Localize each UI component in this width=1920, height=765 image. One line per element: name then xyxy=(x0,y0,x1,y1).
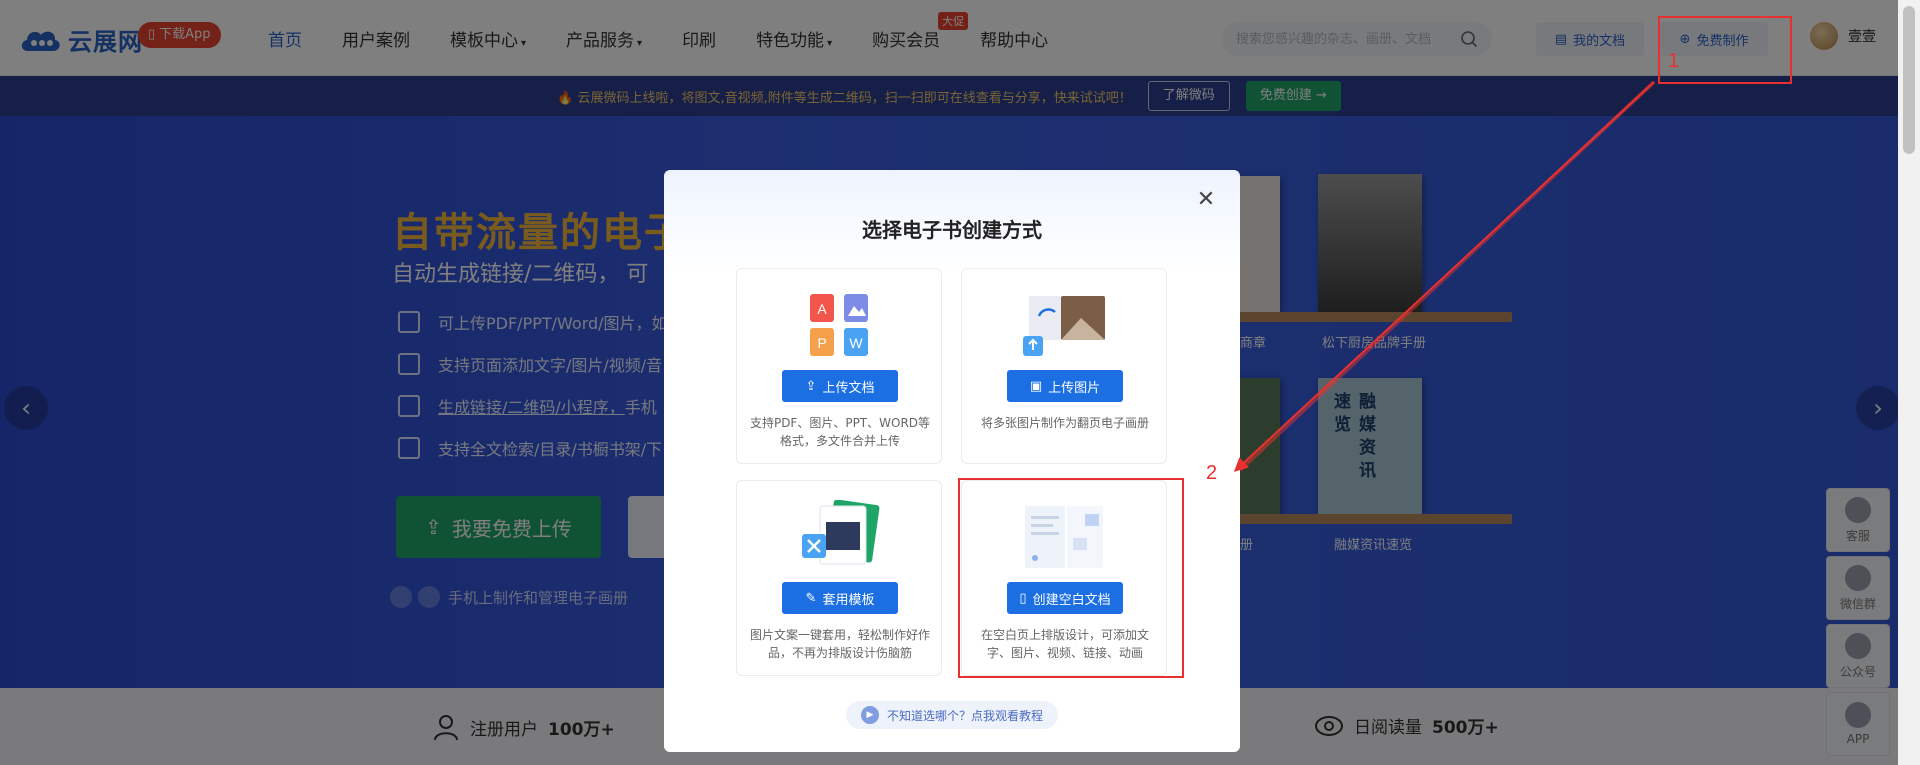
option-description: 将多张图片制作为翻页电子画册 xyxy=(980,416,1149,430)
annotation-number: 1 xyxy=(1668,50,1680,72)
upload-document-label: 上传文档 xyxy=(822,380,875,396)
edit-icon: ✎ xyxy=(805,590,817,606)
image-icon: ▣ xyxy=(1029,378,1043,394)
image-stack-icon xyxy=(1023,296,1105,356)
upload-document-button[interactable]: ⇪ 上传文档 xyxy=(782,370,898,402)
use-template-button[interactable]: ✎ 套用模板 xyxy=(782,582,898,614)
annotation-number: 2 xyxy=(1206,462,1218,484)
template-illustration xyxy=(737,497,941,577)
option-description: 支持PDF、图片、PPT、WORD等格式，多文件合并上传 xyxy=(749,416,931,448)
upload-images-button[interactable]: ▣ 上传图片 xyxy=(1007,370,1123,402)
close-icon[interactable]: ✕ xyxy=(1194,188,1218,212)
file-types-icon: A P W xyxy=(810,294,868,356)
svg-text:W: W xyxy=(849,335,863,351)
annotation-box-step2 xyxy=(958,478,1184,678)
option-upload-images[interactable]: ▣ 上传图片 将多张图片制作为翻页电子画册 xyxy=(961,268,1167,464)
modal-title: 选择电子书创建方式 xyxy=(862,218,1042,242)
option-use-template[interactable]: ✎ 套用模板 图片文案一键套用，轻松制作好作品，不再为排版设计伤脑筋 xyxy=(736,480,942,676)
play-icon: ▶ xyxy=(860,706,879,724)
upload-images-label: 上传图片 xyxy=(1048,380,1101,396)
svg-text:A: A xyxy=(817,301,827,317)
scrollbar-thumb[interactable] xyxy=(1903,6,1915,154)
tutorial-text: 不知道选哪个？点我观看教程 xyxy=(886,708,1043,723)
option-upload-document[interactable]: A P W ⇪ 上传文档 支持PDF、图片、PPT、WORD等格式，多文件合并上传 xyxy=(736,268,942,464)
images-illustration xyxy=(962,285,1166,365)
file-types-illustration: A P W xyxy=(737,285,941,365)
svg-text:P: P xyxy=(817,335,826,351)
template-stack-icon xyxy=(802,500,880,565)
page-scrollbar[interactable] xyxy=(1898,0,1920,765)
upload-icon: ⇪ xyxy=(805,378,817,394)
watch-tutorial-link[interactable]: ▶ 不知道选哪个？点我观看教程 xyxy=(846,701,1058,729)
use-template-label: 套用模板 xyxy=(822,592,875,608)
option-description: 图片文案一键套用，轻松制作好作品，不再为排版设计伤脑筋 xyxy=(749,628,930,660)
